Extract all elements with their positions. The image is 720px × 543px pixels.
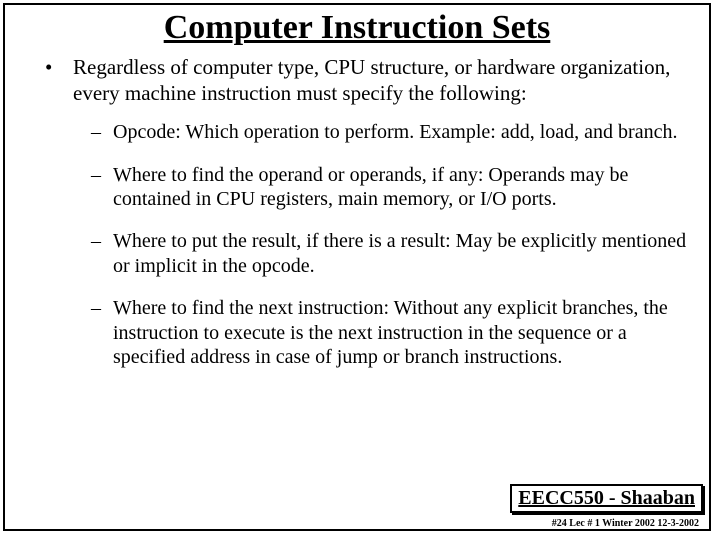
footer-text: EECC550 - Shaaban	[518, 487, 695, 509]
slide-content: Regardless of computer type, CPU structu…	[5, 55, 709, 369]
main-list: Regardless of computer type, CPU structu…	[23, 55, 691, 369]
sub-item: Opcode: Which operation to perform. Exam…	[73, 120, 691, 144]
intro-text: Regardless of computer type, CPU structu…	[73, 55, 670, 105]
sub-list: Opcode: Which operation to perform. Exam…	[73, 120, 691, 369]
sub-item: Where to find the next instruction: With…	[73, 296, 691, 369]
intro-bullet: Regardless of computer type, CPU structu…	[23, 55, 691, 369]
slide-frame: Computer Instruction Sets Regardless of …	[3, 3, 711, 531]
sub-item: Where to put the result, if there is a r…	[73, 229, 691, 278]
slide-title: Computer Instruction Sets	[5, 9, 709, 47]
subfooter-text: #24 Lec # 1 Winter 2002 12-3-2002	[552, 518, 699, 529]
sub-item: Where to find the operand or operands, i…	[73, 163, 691, 212]
footer-box: EECC550 - Shaaban	[510, 484, 703, 513]
